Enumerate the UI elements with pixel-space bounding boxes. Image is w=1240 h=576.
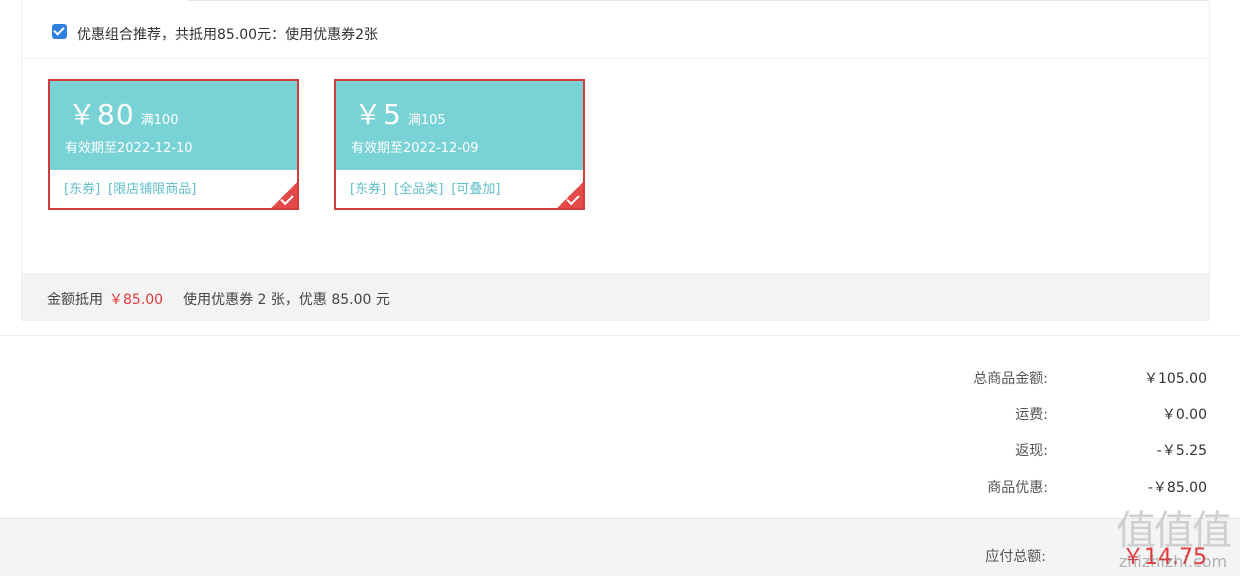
section-divider: [0, 335, 1240, 336]
recommend-row: 优惠组合推荐，共抵用85.00元：使用优惠券2张: [22, 0, 1209, 59]
subtotal-value: ￥105.00: [1144, 371, 1207, 387]
coupon-value: 80: [97, 98, 135, 131]
watermark-url: zhizhizhi.com: [1118, 552, 1228, 571]
coupon-expiry: 有效期至2022-12-09: [351, 141, 479, 156]
coupon-expiry: 有效期至2022-12-10: [65, 141, 193, 156]
watermark: 值值值 zhizhizhi.com: [1116, 508, 1232, 571]
coupon-panel: 优惠组合推荐，共抵用85.00元：使用优惠券2张 ￥80 满100 有效期至202…: [21, 0, 1210, 321]
coupon-tag: [东券]: [64, 182, 101, 197]
coupon-currency: ￥: [68, 98, 98, 131]
coupon-header: ￥5 满105 有效期至2022-12-09: [336, 81, 583, 170]
cashback-label: 返现:: [1015, 443, 1048, 459]
coupon-amount: ￥80 满100: [68, 93, 178, 133]
deduction-amount: ￥85.00: [109, 292, 164, 308]
coupon-tags: [东券] [限店铺限商品]: [64, 178, 204, 197]
coupon-card[interactable]: ￥80 满100 有效期至2022-12-10 [东券] [限店铺限商品]: [48, 79, 299, 210]
coupon-tag: [全品类]: [394, 182, 444, 197]
coupon-card[interactable]: ￥5 满105 有效期至2022-12-09 [东券] [全品类] [可叠加]: [334, 79, 585, 210]
coupon-tag: [东券]: [350, 182, 387, 197]
coupon-summary: 金额抵用 ￥85.00 使用优惠券 2 张，优惠 85.00 元: [47, 289, 390, 309]
deduction-label: 金额抵用: [47, 292, 103, 308]
coupon-header: ￥80 满100 有效期至2022-12-10: [50, 81, 297, 170]
coupon-tag: [可叠加]: [451, 182, 501, 197]
discount-label: 商品优惠:: [987, 480, 1048, 496]
selected-corner: [557, 182, 583, 208]
coupon-tag: [限店铺限商品]: [108, 182, 197, 197]
subtotal-label: 总商品金额:: [973, 371, 1048, 387]
coupon-amount: ￥5 满105: [354, 93, 446, 133]
watermark-logo: 值值值: [1116, 508, 1232, 554]
recommend-checkbox[interactable]: [52, 24, 67, 39]
shipping-label: 运费:: [1015, 407, 1048, 423]
coupon-summary-bar: 金额抵用 ￥85.00 使用优惠券 2 张，优惠 85.00 元: [22, 273, 1209, 321]
check-icon: [566, 191, 580, 206]
coupon-threshold: 满105: [407, 113, 446, 128]
selected-corner: [271, 182, 297, 208]
discount-value: -￥85.00: [1147, 480, 1207, 496]
cashback-value: -￥5.25: [1156, 443, 1207, 459]
coupon-tags: [东券] [全品类] [可叠加]: [350, 178, 508, 197]
recommend-label: 优惠组合推荐，共抵用85.00元：使用优惠券2张: [77, 27, 378, 43]
coupon-currency: ￥: [354, 98, 384, 131]
coupon-threshold: 满100: [140, 113, 179, 128]
total-label: 应付总额:: [985, 549, 1046, 565]
coupon-usage-summary: 使用优惠券 2 张，优惠 85.00 元: [183, 292, 390, 308]
coupon-value: 5: [383, 98, 402, 131]
check-icon: [280, 191, 294, 206]
total-bar: 应付总额: ￥14.75: [0, 518, 1240, 576]
shipping-value: ￥0.00: [1161, 407, 1207, 423]
